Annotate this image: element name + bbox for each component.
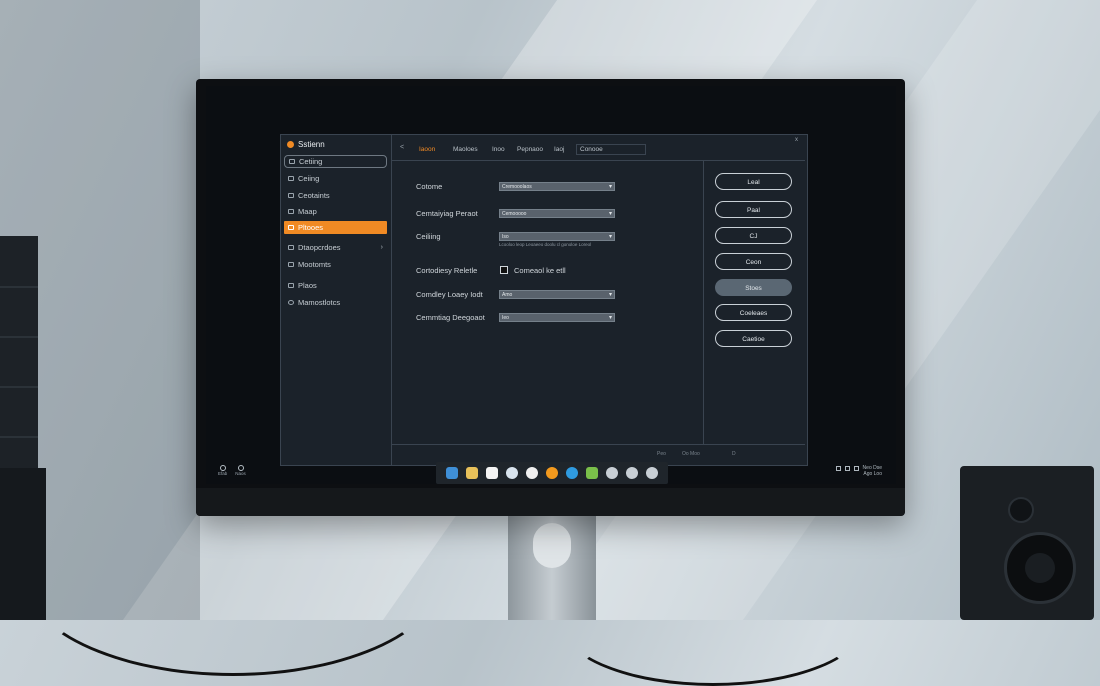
action-button-1[interactable]: Paal xyxy=(715,201,792,218)
sidebar-item-label: Ceotaints xyxy=(298,191,330,200)
battery-icon[interactable] xyxy=(853,465,859,471)
system-tray: Neo Dse Ago Loo xyxy=(835,465,882,477)
field-label: Ceiliing xyxy=(416,232,441,241)
app-title-text: Sstienn xyxy=(298,140,325,149)
taskbar-left-item[interactable]: Efab xyxy=(218,465,227,476)
field-label: Cemmtiag Deegoaot xyxy=(416,313,485,322)
checkbox-label: Comeaol ke etll xyxy=(514,266,566,275)
photos-icon xyxy=(288,225,294,230)
document-icon[interactable] xyxy=(486,467,498,479)
sidebar-item-label: Plaos xyxy=(298,281,317,290)
sidebar-item-label: Dtaopcrdoes xyxy=(298,243,341,252)
sidebar-item-label: Pltooes xyxy=(298,223,324,232)
taskbar-left: Efab Naos xyxy=(218,465,246,476)
tab-search-field[interactable]: Conooe xyxy=(576,144,646,155)
field-label: Cortodiesy Reletle xyxy=(416,266,478,275)
sidebar-item-2[interactable]: Ceotaints xyxy=(284,189,387,202)
sidebar-item-4[interactable]: Pltooes xyxy=(284,221,387,234)
network-icon[interactable] xyxy=(835,465,841,471)
map-icon xyxy=(288,209,294,214)
select-field[interactable]: Amo xyxy=(499,290,615,299)
sidebar-item-label: Mamostlotcs xyxy=(298,298,341,307)
sidebar-item-3[interactable]: Maap xyxy=(284,205,387,218)
tab-1[interactable]: Maoloes xyxy=(453,146,478,153)
sidebar: Sstienn Cetiing Ceiing Ceotaints Maap Pl… xyxy=(281,135,392,465)
action-button-0[interactable]: Leal xyxy=(715,173,792,190)
monitor-icon xyxy=(288,262,294,267)
select-field[interactable]: Ieo xyxy=(499,313,615,322)
sidebar-item-7[interactable]: Plaos xyxy=(284,279,387,292)
select-field[interactable]: Cremooolaos xyxy=(499,182,615,191)
sidebar-item-6[interactable]: Mootomts xyxy=(284,258,387,271)
sidebar-item-label: Maap xyxy=(298,207,317,216)
select-field[interactable]: Iso xyxy=(499,232,615,241)
field-hint: Lcooloo leop Leoaeeo doolu cl gonoloe Lo… xyxy=(499,242,592,247)
tab-2[interactable]: Inoo xyxy=(492,146,505,153)
taskbar-left-item[interactable]: Naos xyxy=(235,465,246,476)
action-button-6[interactable]: Caetioe xyxy=(715,330,792,347)
browser-icon[interactable] xyxy=(506,467,518,479)
globe-icon[interactable] xyxy=(566,467,578,479)
settings-form: Cotome Cremooolaos Cemtaiyiag Peraot Cem… xyxy=(392,161,704,444)
monitor-chin xyxy=(196,488,905,516)
date[interactable]: Ago Loo xyxy=(836,471,882,477)
sidebar-item-8[interactable]: Mamostlotcs xyxy=(284,296,387,309)
settings-icon[interactable] xyxy=(546,467,558,479)
music-icon[interactable] xyxy=(646,467,658,479)
sidebar-item-5[interactable]: Dtaopcrdoes › xyxy=(284,241,387,254)
field-label: Comdley Loaey Iodt xyxy=(416,290,483,299)
sidebar-item-label: Ceiing xyxy=(298,174,320,183)
tab-0[interactable]: Iaoon xyxy=(419,146,435,153)
clock-icon[interactable] xyxy=(526,467,538,479)
sidebar-item-1[interactable]: Ceiing xyxy=(284,172,387,185)
tab-3[interactable]: Pepnaoo xyxy=(517,146,543,153)
action-panel: Leal Paal CJ Ceon Stoes Coeleaes Caetioe xyxy=(704,161,805,444)
field-label: Cemtaiyiag Peraot xyxy=(416,209,478,218)
action-button-4[interactable]: Stoes xyxy=(715,279,792,296)
main-panel: < Iaoon Maoloes Inoo Pepnaoo Iaoj Conooe… xyxy=(392,135,805,465)
sidebar-item-0[interactable]: Cetiing xyxy=(284,155,387,168)
taskbar-apps xyxy=(436,462,668,484)
action-button-2[interactable]: CJ xyxy=(715,227,792,244)
monitor-stand-cable-hole xyxy=(533,523,571,568)
tab-4[interactable]: Iaoj xyxy=(554,146,564,153)
camera-icon[interactable] xyxy=(626,467,638,479)
taskbar: Efab Naos Neo Dse Ago Loo xyxy=(206,462,896,484)
sidebar-item-label: Mootomts xyxy=(298,260,331,269)
tab-bar: < Iaoon Maoloes Inoo Pepnaoo Iaoj Conooe… xyxy=(392,135,805,161)
properties-icon xyxy=(288,245,294,250)
folder-icon[interactable] xyxy=(466,467,478,479)
list-icon xyxy=(289,159,295,164)
close-icon[interactable]: x xyxy=(795,137,798,143)
gear-icon[interactable] xyxy=(606,467,618,479)
action-button-3[interactable]: Ceon xyxy=(715,253,792,270)
select-field[interactable]: Cemooooo xyxy=(499,209,615,218)
field-label: Cotome xyxy=(416,182,443,191)
contacts-icon xyxy=(288,193,294,198)
status-middle: Oo Moo xyxy=(682,451,700,457)
volume-icon[interactable] xyxy=(844,465,850,471)
cable xyxy=(560,560,866,686)
info-icon xyxy=(288,300,294,305)
speaker-tweeter xyxy=(1008,497,1034,523)
speaker-woofer xyxy=(1004,532,1076,604)
taskbar-left-label: Naos xyxy=(235,471,246,476)
app-title: Sstienn xyxy=(287,140,325,149)
taskbar-left-label: Efab xyxy=(218,471,228,476)
settings-window: Sstienn Cetiing Ceiing Ceotaints Maap Pl… xyxy=(280,134,808,466)
places-icon xyxy=(288,283,294,288)
window-icon[interactable] xyxy=(446,467,458,479)
store-icon[interactable] xyxy=(586,467,598,479)
status-left: Peo xyxy=(657,451,666,457)
gear-icon xyxy=(288,176,294,181)
chevron-right-icon: › xyxy=(380,244,383,251)
back-icon[interactable]: < xyxy=(400,144,404,151)
status-right: D xyxy=(732,451,736,457)
sidebar-item-label: Cetiing xyxy=(299,157,323,166)
action-button-5[interactable]: Coeleaes xyxy=(715,304,792,321)
app-logo-icon xyxy=(287,141,294,148)
checkbox[interactable] xyxy=(500,266,508,274)
